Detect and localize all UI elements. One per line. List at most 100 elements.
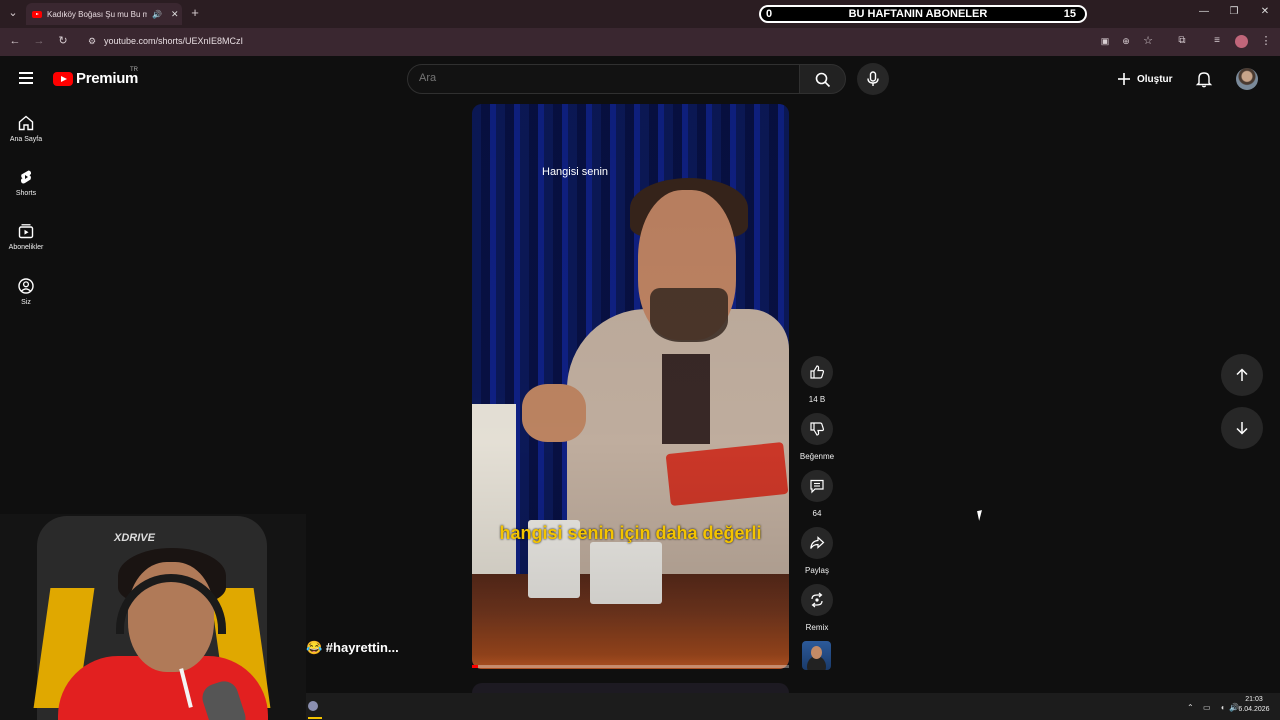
thumbs-up-icon bbox=[810, 365, 825, 379]
sidebar-label-shorts: Shorts bbox=[15, 190, 37, 197]
battery-icon[interactable]: ◖ bbox=[1220, 703, 1225, 712]
new-tab-icon[interactable]: + bbox=[187, 6, 203, 22]
youtube-play-icon bbox=[53, 71, 73, 86]
streamer-webcam: XDRIVE bbox=[0, 514, 306, 720]
reading-list-icon[interactable]: ≡ bbox=[1209, 34, 1225, 50]
bookmark-star-icon[interactable]: ☆ bbox=[1140, 34, 1156, 50]
video-progress-fill bbox=[472, 665, 479, 668]
remix-icon bbox=[811, 592, 823, 608]
comment-icon bbox=[810, 479, 824, 494]
arrow-down-icon bbox=[1236, 422, 1248, 435]
share-button[interactable] bbox=[801, 527, 833, 559]
next-short-button[interactable] bbox=[1221, 407, 1263, 449]
remix-action[interactable]: Remix bbox=[797, 584, 837, 632]
like-button[interactable] bbox=[801, 356, 833, 388]
video-subtitle: hangisi senin için daha değerli bbox=[499, 523, 762, 543]
comment-action[interactable]: 64 bbox=[797, 470, 837, 518]
remix-label: Remix bbox=[805, 623, 829, 632]
menu-icon[interactable] bbox=[19, 72, 33, 84]
overlay-left-count: 0 bbox=[766, 8, 773, 20]
sidebar-label-you: Siz bbox=[21, 299, 31, 306]
browser-tab-bar: ⌄ Kadıköy Boğası Şu mu Bu m 🔊 ✕ + 0 BU H… bbox=[0, 0, 1280, 28]
dislike-label: Beğenme bbox=[799, 452, 835, 461]
chair-brand-logo: XDRIVE bbox=[114, 532, 155, 544]
overlay-title: BU HAFTANIN ABONELER bbox=[848, 8, 988, 20]
voice-search-button[interactable] bbox=[857, 63, 889, 95]
next-short-preview[interactable] bbox=[472, 683, 789, 693]
create-button[interactable]: Oluştur bbox=[1111, 66, 1179, 92]
channel-avatar[interactable] bbox=[802, 641, 831, 670]
forward-icon[interactable]: → bbox=[31, 34, 47, 50]
clock-time: 21:03 bbox=[1245, 696, 1263, 703]
close-window-icon[interactable]: ✕ bbox=[1255, 6, 1275, 17]
address-url[interactable]: youtube.com/shorts/UEXnIE8MCzI bbox=[104, 36, 243, 46]
reload-icon[interactable]: ↻ bbox=[55, 34, 71, 50]
like-action[interactable]: 14 B bbox=[797, 356, 837, 404]
back-icon[interactable]: ← bbox=[7, 34, 23, 50]
bell-icon bbox=[1195, 72, 1213, 88]
youtube-favicon-icon bbox=[32, 10, 42, 18]
profile-avatar-icon[interactable] bbox=[1233, 34, 1249, 50]
subscriptions-icon bbox=[18, 224, 34, 239]
home-icon bbox=[18, 115, 34, 131]
sidebar-label-home: Ana Sayfa bbox=[9, 136, 43, 143]
video-hashtag-title[interactable]: 😂 #hayrettin... bbox=[306, 640, 399, 656]
logo-text: Premium bbox=[76, 70, 139, 87]
subscriber-overlay-banner: 0 BU HAFTANIN ABONELER 15 bbox=[759, 5, 1087, 23]
create-label: Oluştur bbox=[1137, 73, 1173, 85]
comment-button[interactable] bbox=[801, 470, 833, 502]
remix-button[interactable] bbox=[801, 584, 833, 616]
comment-count: 64 bbox=[812, 509, 822, 518]
windows-taskbar bbox=[306, 693, 1280, 720]
youtube-premium-logo[interactable]: Premium TR bbox=[53, 67, 139, 87]
taskbar-app-icon[interactable] bbox=[308, 701, 318, 711]
browser-tab[interactable]: Kadıköy Boğası Şu mu Bu m 🔊 ✕ bbox=[26, 3, 182, 25]
sidebar-item-you[interactable]: Siz bbox=[0, 277, 52, 306]
sidebar-item-shorts[interactable]: Shorts bbox=[0, 168, 52, 197]
share-icon bbox=[810, 536, 825, 549]
video-caption-top: Hangisi senin bbox=[542, 166, 609, 178]
sidebar-label-subscriptions: Abonelikler bbox=[8, 244, 44, 251]
site-info-icon[interactable]: ⚙ bbox=[84, 34, 100, 50]
taskbar-clock[interactable]: 21:03 6.04.2026 bbox=[1235, 695, 1273, 715]
sidebar-item-subscriptions[interactable]: Abonelikler bbox=[0, 222, 52, 251]
microphone-icon bbox=[867, 71, 879, 86]
sidebar-item-home[interactable]: Ana Sayfa bbox=[0, 114, 52, 143]
share-label: Paylaş bbox=[804, 566, 829, 575]
network-icon[interactable]: ▭ bbox=[1203, 703, 1211, 712]
overlay-right-count: 15 bbox=[1063, 8, 1076, 20]
search-box[interactable] bbox=[407, 64, 800, 94]
like-count: 14 B bbox=[808, 395, 826, 404]
tray-chevron-icon[interactable]: ⌃ bbox=[1187, 703, 1194, 712]
previous-short-button[interactable] bbox=[1221, 354, 1263, 396]
plus-icon bbox=[1118, 73, 1130, 85]
search-button[interactable] bbox=[799, 64, 846, 94]
video-progress-bar[interactable] bbox=[472, 665, 789, 668]
dislike-action[interactable]: Beğenme bbox=[797, 413, 837, 461]
search-icon bbox=[815, 72, 831, 88]
extensions-icon[interactable]: ⧉ bbox=[1174, 34, 1190, 50]
browser-menu-icon[interactable]: ⋮ bbox=[1258, 34, 1274, 50]
search-input[interactable] bbox=[419, 72, 779, 84]
notifications-button[interactable] bbox=[1195, 70, 1213, 88]
logo-region: TR bbox=[130, 67, 138, 73]
taskbar-active-indicator bbox=[308, 717, 322, 719]
minimize-icon[interactable]: — bbox=[1194, 6, 1214, 17]
share-action[interactable]: Paylaş bbox=[797, 527, 837, 575]
zoom-icon[interactable]: ⊕ bbox=[1118, 34, 1134, 50]
audio-playing-icon[interactable]: 🔊 bbox=[152, 10, 162, 19]
thumbs-down-icon bbox=[810, 422, 825, 436]
shorts-video-player[interactable]: Hangisi senin hangisi senin için daha de… bbox=[472, 104, 789, 669]
tab-close-icon[interactable]: ✕ bbox=[171, 9, 179, 20]
account-avatar[interactable] bbox=[1236, 68, 1258, 90]
tab-title: Kadıköy Boğası Şu mu Bu m bbox=[47, 9, 147, 19]
cast-icon[interactable]: ▣ bbox=[1097, 34, 1113, 50]
restore-icon[interactable]: ❐ bbox=[1224, 6, 1244, 17]
account-icon bbox=[18, 278, 34, 294]
shorts-icon bbox=[20, 170, 32, 184]
arrow-up-icon bbox=[1236, 368, 1248, 381]
clock-date: 6.04.2026 bbox=[1238, 706, 1270, 713]
dislike-button[interactable] bbox=[801, 413, 833, 445]
mouse-cursor-icon bbox=[977, 509, 989, 521]
tab-search-icon[interactable]: ⌄ bbox=[5, 6, 21, 22]
